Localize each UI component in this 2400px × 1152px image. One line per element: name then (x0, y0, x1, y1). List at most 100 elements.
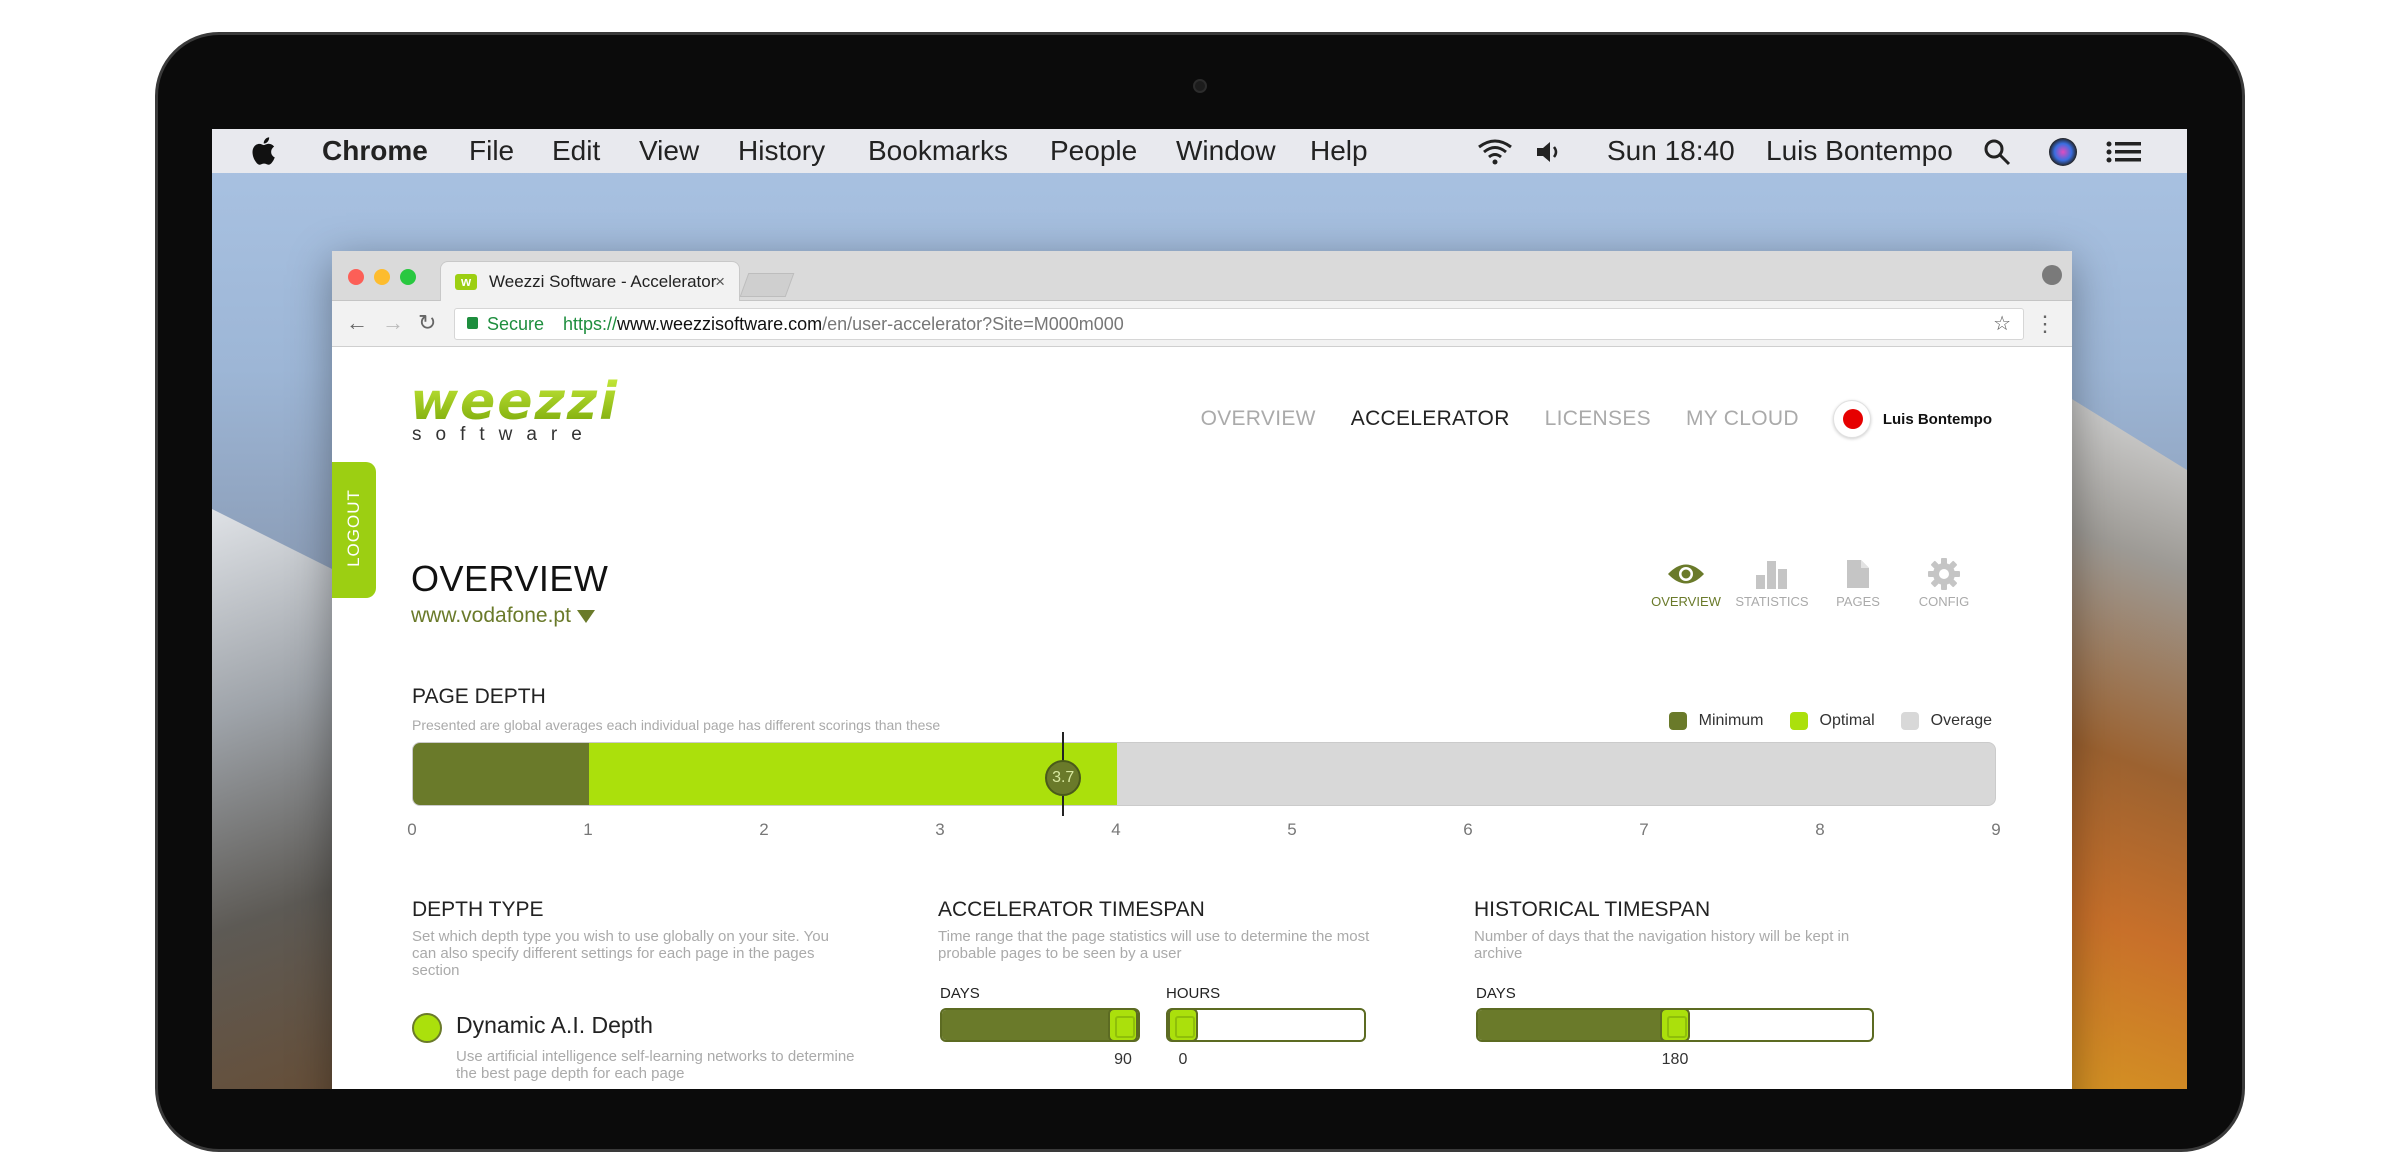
bar-chart-icon (1756, 561, 1787, 589)
depth-bar-optimal-segment (589, 743, 1117, 805)
menubar-clock[interactable]: Sun 18:40 (1607, 134, 1735, 168)
menubar-help[interactable]: Help (1310, 134, 1368, 168)
accelerator-days-slider[interactable] (940, 1008, 1140, 1042)
nav-licenses[interactable]: LICENSES (1545, 407, 1651, 431)
back-arrow-icon[interactable]: ← (346, 311, 368, 335)
historical-days-label: DAYS (1476, 985, 1516, 1002)
tab-close-icon[interactable]: × (715, 262, 725, 302)
tab-pages[interactable]: PAGES (1818, 554, 1898, 609)
nav-my-cloud[interactable]: MY CLOUD (1686, 407, 1799, 431)
weezzi-logo[interactable]: weezzi software (410, 376, 619, 446)
browser-toolbar: ← → ↻ Secure https://www.weezzisoftware.… (332, 301, 2072, 347)
apple-icon[interactable] (250, 136, 276, 166)
historical-days-slider[interactable] (1476, 1008, 1874, 1042)
menubar-window[interactable]: Window (1176, 134, 1276, 168)
maximize-window-button[interactable] (400, 269, 416, 285)
close-window-button[interactable] (348, 269, 364, 285)
legend-overage-label: Overage (1930, 712, 1992, 729)
depth-scale: 0 1 2 3 4 5 6 7 8 9 (407, 820, 2000, 844)
menubar-user[interactable]: Luis Bontempo (1766, 134, 1953, 168)
depth-current-handle[interactable]: 3.7 (1045, 760, 1082, 796)
logout-label: LOGOUT (344, 489, 363, 567)
url-protocol: https:// (563, 314, 618, 334)
depth-bar-minimum-segment (413, 743, 589, 805)
reload-icon[interactable]: ↻ (418, 311, 436, 335)
legend-swatch-minimum (1668, 712, 1687, 730)
depth-type-desc: Set which depth type you wish to use glo… (412, 928, 829, 979)
wifi-icon[interactable] (1475, 137, 1515, 167)
menubar-view[interactable]: View (639, 134, 699, 168)
depth-scale-tick: 5 (1287, 820, 1297, 839)
slider-handle[interactable] (1168, 1008, 1198, 1042)
url-path: /en/user-accelerator?Site=M000m000 (822, 314, 1124, 334)
accelerator-days-label: DAYS (940, 985, 980, 1002)
historical-days-value: 180 (1661, 1051, 1689, 1068)
menubar-file[interactable]: File (469, 134, 514, 168)
nav-overview[interactable]: OVERVIEW (1201, 407, 1316, 431)
secure-label: Secure (487, 314, 545, 334)
dynamic-ai-depth-label[interactable]: Dynamic A.I. Depth (456, 1012, 653, 1039)
legend-swatch-overage (1900, 712, 1919, 730)
accelerator-days-value: 90 (1114, 1051, 1132, 1068)
url-host: www.weezzisoftware.com (617, 314, 823, 334)
dynamic-ai-depth-radio[interactable] (412, 1013, 442, 1043)
depth-scale-tick: 3 (935, 820, 945, 839)
slider-handle[interactable] (1660, 1008, 1690, 1042)
browser-tab-active[interactable]: w Weezzi Software - Accelerator × (440, 261, 740, 301)
logo-wordmark: weezzi (410, 372, 619, 432)
menubar-app-name[interactable]: Chrome (322, 134, 428, 168)
tab-statistics-label: STATISTICS (1735, 594, 1809, 609)
chrome-menu-icon[interactable]: ⋮ (2034, 311, 2056, 337)
lock-icon (467, 317, 478, 329)
macos-menubar: Chrome File Edit View History Bookmarks … (212, 129, 2187, 173)
slider-fill (1478, 1010, 1675, 1040)
view-tabs: OVERVIEW STATISTICS PAGES CONFIG (1640, 554, 1984, 609)
page-title: OVERVIEW (411, 558, 609, 599)
menubar-history[interactable]: History (738, 134, 825, 168)
tab-overview[interactable]: OVERVIEW (1646, 554, 1726, 609)
page-depth-subtitle: Presented are global averages each indiv… (412, 717, 941, 733)
user-name: Luis Bontempo (1882, 410, 1992, 428)
historical-timespan-desc: Number of days that the navigation histo… (1474, 928, 1850, 962)
menubar-bookmarks[interactable]: Bookmarks (868, 134, 1008, 168)
user-menu[interactable]: Luis Bontempo (1832, 400, 1992, 438)
tab-strip: w Weezzi Software - Accelerator × (332, 251, 2072, 301)
legend-minimum-label: Minimum (1698, 712, 1764, 729)
depth-scale-tick: 8 (1815, 820, 1825, 839)
depth-type-title: DEPTH TYPE (412, 898, 544, 921)
notification-center-icon[interactable] (2105, 137, 2143, 167)
site-selector-value: www.vodafone.pt (411, 604, 571, 627)
depth-scale-tick: 4 (1111, 820, 1121, 839)
top-navigation: OVERVIEW ACCELERATOR LICENSES MY CLOUD L… (1166, 400, 1992, 438)
site-selector[interactable]: www.vodafone.pt (411, 604, 595, 628)
page-depth-bar (412, 742, 1996, 806)
forward-arrow-icon[interactable]: → (382, 311, 404, 335)
depth-scale-tick: 2 (759, 820, 769, 839)
web-page: weezzi software OVERVIEW ACCELERATOR LIC… (332, 348, 2072, 1089)
caret-down-icon (576, 609, 595, 623)
gear-icon (1928, 558, 1960, 590)
bookmark-star-icon[interactable]: ☆ (1993, 309, 2011, 339)
siri-icon[interactable] (2048, 137, 2078, 167)
depth-scale-tick: 7 (1639, 820, 1649, 839)
new-tab-button[interactable] (739, 273, 795, 297)
depth-scale-tick: 9 (1991, 820, 2001, 839)
nav-accelerator[interactable]: ACCELERATOR (1351, 407, 1510, 431)
minimize-window-button[interactable] (374, 269, 390, 285)
menubar-edit[interactable]: Edit (552, 134, 600, 168)
tab-overview-label: OVERVIEW (1651, 594, 1721, 609)
profile-icon[interactable] (2042, 265, 2062, 285)
volume-icon[interactable] (1534, 137, 1564, 167)
tab-statistics[interactable]: STATISTICS (1732, 554, 1812, 609)
depth-scale-tick: 0 (407, 820, 417, 839)
page-depth-title: PAGE DEPTH (412, 685, 546, 708)
tab-pages-label: PAGES (1836, 594, 1880, 609)
menubar-people[interactable]: People (1050, 134, 1137, 168)
spotlight-search-icon[interactable] (1982, 137, 2012, 167)
accelerator-hours-slider[interactable] (1166, 1008, 1366, 1042)
tab-config[interactable]: CONFIG (1904, 554, 1984, 609)
dynamic-ai-depth-desc: Use artificial intelligence self-learnin… (456, 1048, 855, 1082)
address-bar[interactable]: Secure https://www.weezzisoftware.com/en… (454, 308, 2024, 340)
slider-handle[interactable] (1108, 1008, 1138, 1042)
logout-tab[interactable]: LOGOUT (332, 462, 376, 598)
